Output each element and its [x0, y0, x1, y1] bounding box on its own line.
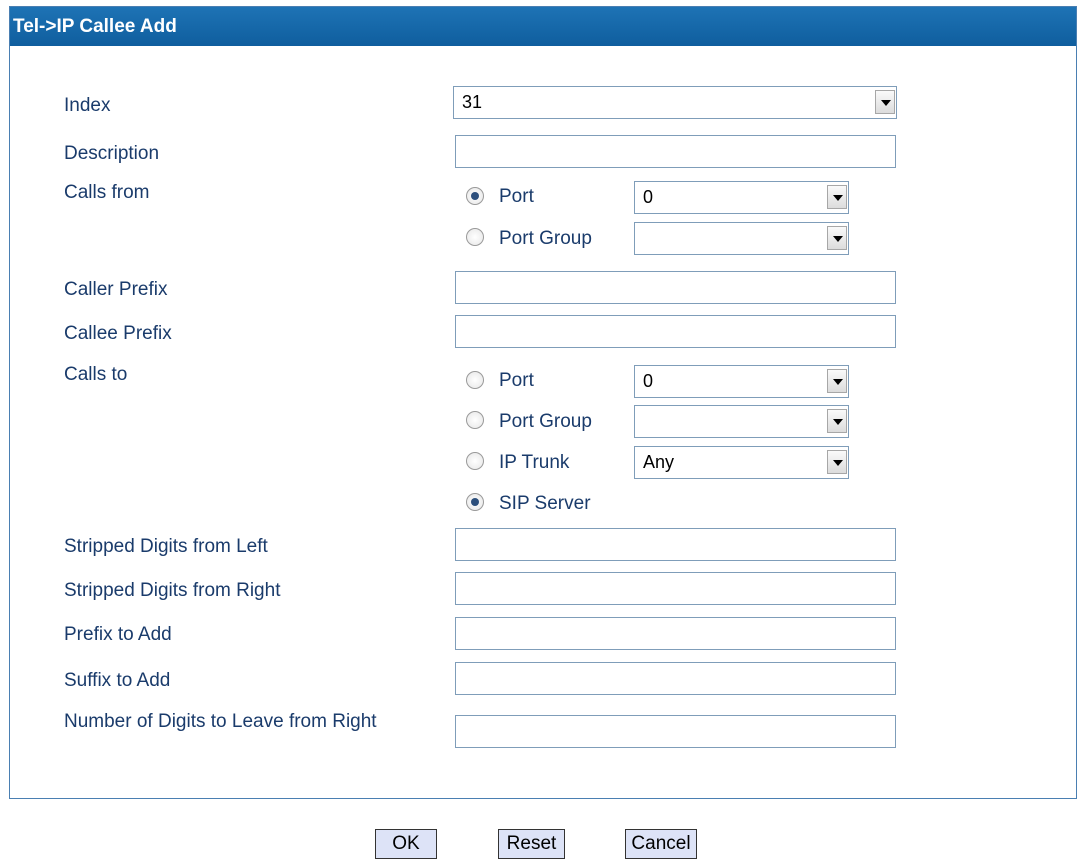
description-input[interactable] — [455, 135, 896, 168]
index-label: Index — [64, 95, 111, 116]
calls-to-ip-trunk-value: Any — [643, 452, 675, 472]
calls-to-port-radio[interactable] — [466, 371, 484, 389]
prefix-add-label: Prefix to Add — [64, 624, 172, 645]
reset-button[interactable]: Reset — [498, 829, 565, 859]
chevron-down-icon[interactable] — [827, 409, 847, 433]
calls-from-label: Calls from — [64, 182, 150, 203]
prefix-add-input[interactable] — [455, 617, 896, 650]
calls-from-port-radio[interactable] — [466, 187, 484, 205]
calls-to-ip-trunk-radio[interactable] — [466, 452, 484, 470]
stripped-left-label: Stripped Digits from Left — [64, 536, 268, 557]
calls-from-port-value: 0 — [643, 187, 654, 207]
panel-title: Tel->IP Callee Add — [10, 7, 1076, 46]
callee-prefix-input[interactable] — [455, 315, 896, 348]
calls-from-port-group-radio[interactable] — [466, 228, 484, 246]
calls-to-port-group-radio[interactable] — [466, 411, 484, 429]
calls-to-label: Calls to — [64, 364, 128, 385]
calls-to-port-label: Port — [499, 370, 534, 391]
calls-to-port-value: 0 — [643, 371, 654, 391]
chevron-down-icon[interactable] — [875, 90, 895, 114]
calls-to-ip-trunk-select[interactable]: Any — [634, 446, 849, 479]
digits-leave-input[interactable] — [455, 715, 896, 748]
calls-to-sip-server-radio[interactable] — [466, 493, 484, 511]
chevron-down-icon[interactable] — [827, 185, 847, 209]
cancel-button[interactable]: Cancel — [625, 829, 697, 859]
stripped-right-label: Stripped Digits from Right — [64, 580, 281, 601]
calls-to-port-select[interactable]: 0 — [634, 365, 849, 398]
calls-from-port-select[interactable]: 0 — [634, 181, 849, 214]
calls-to-ip-trunk-label: IP Trunk — [499, 452, 570, 473]
suffix-add-input[interactable] — [455, 662, 896, 695]
callee-prefix-label: Callee Prefix — [64, 323, 172, 344]
description-label: Description — [64, 143, 160, 164]
digits-leave-label: Number of Digits to Leave from Right — [64, 711, 377, 732]
index-select[interactable]: 31 — [453, 86, 897, 119]
caller-prefix-input[interactable] — [455, 271, 896, 304]
calls-from-port-label: Port — [499, 186, 534, 207]
ok-button[interactable]: OK — [375, 829, 437, 859]
chevron-down-icon[interactable] — [827, 226, 847, 250]
calls-to-port-group-label: Port Group — [499, 411, 592, 432]
calls-from-port-group-label: Port Group — [499, 228, 592, 249]
stripped-left-input[interactable] — [455, 528, 896, 561]
calls-from-port-group-select[interactable] — [634, 222, 849, 255]
index-value: 31 — [462, 92, 483, 112]
callee-add-panel: Tel->IP Callee Add Index 31 Description … — [9, 6, 1077, 799]
calls-to-port-group-select[interactable] — [634, 405, 849, 438]
suffix-add-label: Suffix to Add — [64, 670, 171, 691]
calls-to-sip-server-label: SIP Server — [499, 493, 591, 514]
chevron-down-icon[interactable] — [827, 369, 847, 393]
chevron-down-icon[interactable] — [827, 450, 847, 474]
stripped-right-input[interactable] — [455, 572, 896, 605]
caller-prefix-label: Caller Prefix — [64, 279, 168, 300]
